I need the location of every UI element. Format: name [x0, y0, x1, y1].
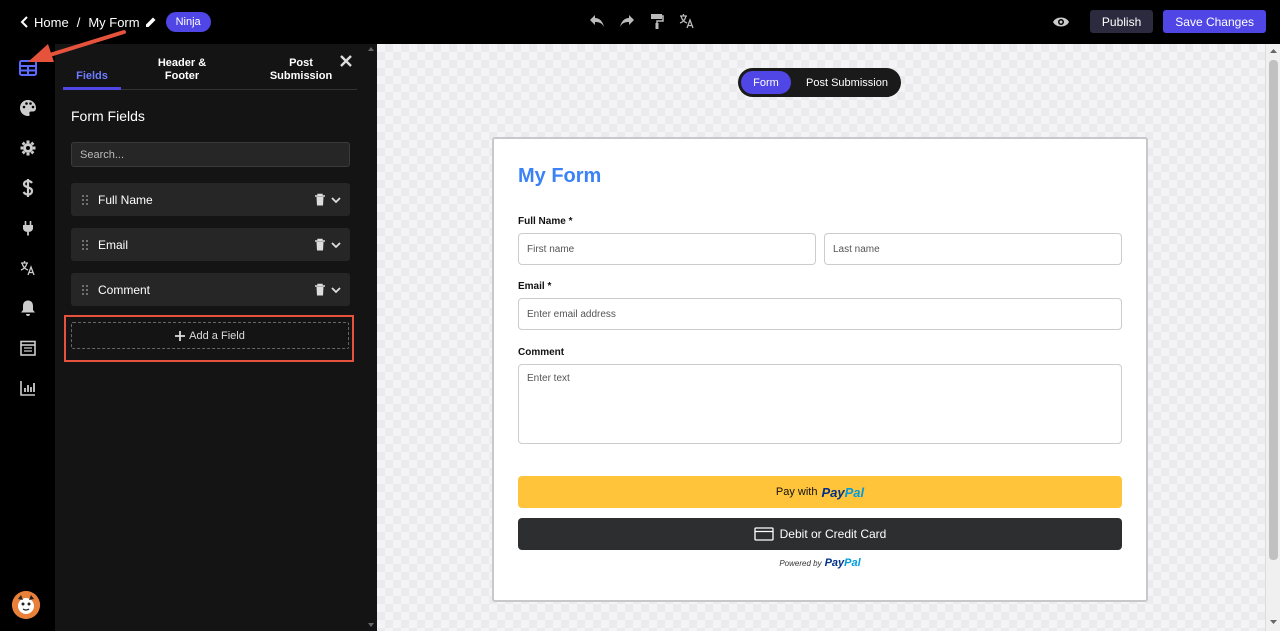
- credit-card-icon: [753, 527, 774, 541]
- save-changes-button[interactable]: Save Changes: [1163, 10, 1266, 33]
- toggle-form[interactable]: Form: [741, 71, 791, 94]
- section-title: Form Fields: [71, 108, 145, 124]
- field-name: Comment: [98, 282, 151, 297]
- paypal-button[interactable]: Pay with PayPal: [518, 476, 1122, 508]
- eye-icon[interactable]: [1052, 12, 1072, 32]
- canvas-scrollbar[interactable]: [1265, 44, 1280, 631]
- trash-icon[interactable]: [314, 283, 326, 296]
- trash-icon[interactable]: [314, 238, 326, 251]
- scroll-up-icon[interactable]: [368, 46, 374, 52]
- fields-panel: Fields Header & Footer Post Submission F…: [55, 44, 377, 631]
- drag-handle-icon[interactable]: [81, 284, 89, 296]
- chevron-down-icon[interactable]: [330, 284, 342, 296]
- chart-icon[interactable]: [18, 378, 38, 398]
- chevron-down-icon[interactable]: [330, 194, 342, 206]
- gear-icon[interactable]: [18, 138, 38, 158]
- field-row-email[interactable]: Email: [71, 228, 350, 261]
- first-name-input[interactable]: [518, 233, 816, 265]
- plus-icon: [175, 330, 186, 341]
- scrollbar-thumb[interactable]: [1269, 60, 1278, 560]
- drag-handle-icon[interactable]: [81, 239, 89, 251]
- email-label: Email *: [518, 281, 552, 292]
- tab-post-submission[interactable]: Post Submission: [259, 57, 343, 83]
- comment-label: Comment: [518, 347, 565, 358]
- active-tab-indicator: [63, 87, 121, 90]
- chevron-down-icon[interactable]: [330, 239, 342, 251]
- tab-header-footer[interactable]: Header & Footer: [145, 57, 219, 83]
- dollar-icon[interactable]: [18, 178, 38, 198]
- palette-icon[interactable]: [18, 98, 38, 118]
- tab-fields[interactable]: Fields: [63, 70, 121, 83]
- drag-handle-icon[interactable]: [81, 194, 89, 206]
- arrow-annotation-icon: [28, 30, 126, 62]
- scroll-up-icon[interactable]: [1270, 48, 1277, 54]
- add-field-button[interactable]: Add a Field: [71, 322, 349, 349]
- publish-button[interactable]: Publish: [1089, 10, 1154, 33]
- bell-icon[interactable]: [18, 298, 38, 318]
- calendar-icon[interactable]: [18, 338, 38, 358]
- powered-by-paypal: Powered by PayPal: [494, 557, 1146, 569]
- plug-icon[interactable]: [18, 218, 38, 238]
- scroll-down-icon[interactable]: [368, 622, 374, 628]
- pencil-icon[interactable]: [145, 16, 157, 28]
- scroll-down-icon[interactable]: [1270, 619, 1277, 625]
- comment-textarea[interactable]: [518, 364, 1122, 444]
- avatar[interactable]: [12, 591, 40, 619]
- field-name: Email: [98, 237, 129, 252]
- last-name-input[interactable]: [824, 233, 1122, 265]
- paypal-logo: PayPal: [821, 484, 865, 500]
- field-name: Full Name: [98, 192, 153, 207]
- pay-with-label: Pay with: [775, 486, 818, 498]
- full-name-label: Full Name *: [518, 216, 573, 227]
- field-row-comment[interactable]: Comment: [71, 273, 350, 306]
- form-title: My Form: [518, 165, 602, 187]
- close-icon[interactable]: [339, 54, 353, 68]
- preview-toggle: Form Post Submission: [738, 68, 901, 97]
- redo-icon[interactable]: [618, 12, 636, 30]
- paypal-logo: PayPal: [824, 557, 861, 569]
- trash-icon[interactable]: [314, 193, 326, 206]
- plan-badge: Ninja: [165, 12, 211, 32]
- form-preview: My Form Full Name * Email * Comment Pay …: [492, 137, 1148, 602]
- top-actions: Publish Save Changes: [1052, 10, 1266, 33]
- icon-rail: [0, 44, 55, 631]
- email-input[interactable]: [518, 298, 1122, 330]
- field-row-full-name[interactable]: Full Name: [71, 183, 350, 216]
- search-input[interactable]: [71, 142, 350, 167]
- editor-tools: [588, 12, 696, 30]
- translate-icon[interactable]: [678, 12, 696, 30]
- paint-roller-icon[interactable]: [648, 12, 666, 30]
- powered-by-label: Powered by: [779, 558, 822, 568]
- translate-rail-icon[interactable]: [18, 258, 38, 278]
- toggle-post-submission[interactable]: Post Submission: [798, 71, 896, 94]
- add-field-label: Add a Field: [189, 329, 245, 342]
- card-button-label: Debit or Credit Card: [779, 527, 887, 541]
- debit-credit-card-button[interactable]: Debit or Credit Card: [518, 518, 1122, 550]
- undo-icon[interactable]: [588, 12, 606, 30]
- top-bar: Home / My Form Ninja Publish Save Change…: [0, 0, 1280, 44]
